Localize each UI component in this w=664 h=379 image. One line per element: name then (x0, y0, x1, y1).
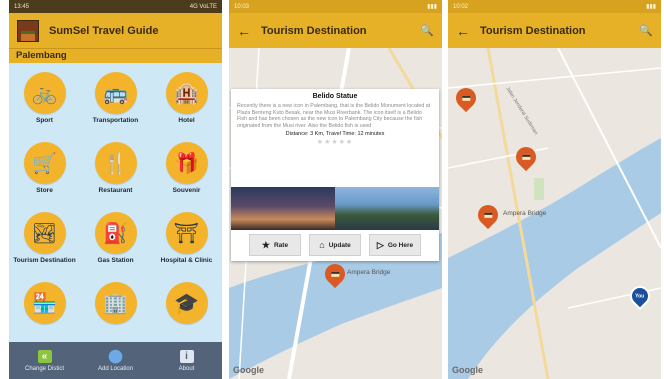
change-district-label: Change Distict (24, 365, 65, 372)
torii-gate-icon: ⛩ (165, 212, 208, 254)
app-bar: ← Tourism Destination 🔍 (448, 13, 661, 48)
phone-destination-detail: 10:03 ▮▮▮ ← Tourism Destination 🔍 Belido… (229, 0, 442, 379)
star-rate-icon: ★ (261, 239, 270, 250)
fuel-pump-icon: ⛽ (94, 212, 137, 254)
search-icon[interactable]: 🔍 (639, 24, 653, 37)
status-time: 10:02 (453, 3, 469, 10)
status-icons: ▮▮▮ (646, 4, 656, 10)
office-building-icon: 🏢 (94, 282, 137, 324)
bus-icon: 🚌 (94, 72, 137, 114)
category-store-button[interactable]: 🛒 Store (9, 142, 80, 212)
add-location-label: Add Location (97, 365, 134, 372)
category-label: Hotel (178, 117, 195, 124)
bicycle-icon: 🚲 (23, 72, 66, 114)
category-gas-station-button[interactable]: ⛽ Gas Station (80, 212, 151, 282)
app-logo-icon (17, 19, 39, 42)
status-network: 4G VoLTE (189, 3, 217, 10)
bottom-navigation: « Change Distict ⬤ Add Location i About (9, 342, 222, 379)
category-sport-button[interactable]: 🚲 Sport (9, 72, 80, 142)
double-chevron-left-icon: « (37, 349, 52, 363)
map-view[interactable]: Belido Statue Recently there is a new ic… (229, 48, 442, 379)
change-district-button[interactable]: « Change Distict (9, 342, 80, 379)
destination-info-popup: Belido Statue Recently there is a new ic… (231, 89, 439, 261)
popup-actions: ★ Rate ⌂ Update ▷ Go Here (231, 234, 439, 256)
google-logo: Google (452, 365, 483, 375)
destination-distance: Distance: 3 Km, Travel Time: 12 minutes (285, 131, 385, 138)
status-icons: ▮▮▮ (427, 4, 437, 10)
rate-label: Rate (273, 241, 289, 249)
map-pin-icon: ⬤ (108, 348, 123, 363)
screen-title: Tourism Destination (261, 24, 367, 37)
about-label: About (178, 365, 195, 372)
destination-photos (231, 187, 439, 230)
rating-stars[interactable]: ★★★★★ (231, 138, 439, 146)
photo-riverfront (335, 187, 439, 230)
status-time: 13:45 (14, 3, 30, 10)
map-view[interactable]: Ampera Bridge Jalan Jenderal Sudirman Yo… (448, 48, 661, 379)
go-here-button[interactable]: ▷ Go Here (369, 234, 421, 256)
you-label: You (635, 293, 645, 300)
category-label: Restaurant (98, 187, 133, 194)
info-icon: i (179, 349, 194, 363)
category-label: Gas Station (97, 257, 134, 264)
category-label: Hospital & Clinic (160, 257, 213, 264)
status-bar: 10:02 ▮▮▮ (448, 0, 661, 13)
add-location-button[interactable]: ⬤ Add Location (80, 342, 151, 379)
google-logo: Google (233, 365, 264, 375)
category-hospital-clinic-button[interactable]: ⛩ Hospital & Clinic (151, 212, 222, 282)
status-bar: 10:03 ▮▮▮ (229, 0, 442, 13)
search-icon[interactable]: 🔍 (420, 24, 434, 37)
screen-title: Tourism Destination (480, 24, 586, 37)
status-bar: 13:45 4G VoLTE (9, 0, 222, 13)
rate-button[interactable]: ★ Rate (249, 234, 301, 256)
app-bar: ← Tourism Destination 🔍 (229, 13, 442, 48)
destination-title: Belido Statue (312, 93, 358, 100)
shop-front-icon: 🏪 (23, 282, 66, 324)
category-hotel-button[interactable]: 🏨 Hotel (151, 72, 222, 142)
phone-home-screen: 13:45 4G VoLTE SumSel Travel Guide Palem… (9, 0, 222, 379)
status-time: 10:03 (234, 3, 250, 10)
gift-icon: 🎁 (165, 142, 208, 184)
bridge-map-label: Ampera Bridge (503, 210, 547, 217)
app-title: SumSel Travel Guide (49, 24, 159, 37)
hotel-icon: 🏨 (165, 72, 208, 114)
back-arrow-icon[interactable]: ← (456, 23, 470, 39)
app-bar: SumSel Travel Guide (9, 13, 222, 48)
about-button[interactable]: i About (151, 342, 222, 379)
category-tourism-destination-button[interactable]: 🏞 Tourism Destination (9, 212, 80, 282)
category-label: Tourism Destination (13, 257, 76, 264)
screenshot-collage: 13:45 4G VoLTE SumSel Travel Guide Palem… (0, 0, 664, 379)
landscape-icon: 🏞 (23, 212, 66, 254)
shopping-cart-icon: 🛒 (23, 142, 66, 184)
category-label: Store (36, 187, 53, 194)
back-arrow-icon[interactable]: ← (237, 23, 251, 39)
category-label: Sport (36, 117, 53, 124)
category-label: Souvenir (172, 187, 201, 194)
phone-destination-map: 10:02 ▮▮▮ ← Tourism Destination 🔍 Ampera… (448, 0, 661, 379)
play-icon: ▷ (376, 239, 384, 250)
bridge-map-label: Ampera Bridge (347, 269, 391, 276)
update-icon: ⌂ (319, 240, 325, 250)
cutlery-icon: 🍴 (94, 142, 137, 184)
graduation-cap-icon: 🎓 (165, 282, 208, 324)
update-label: Update (328, 241, 351, 249)
update-button[interactable]: ⌂ Update (309, 234, 361, 256)
category-souvenir-button[interactable]: 🎁 Souvenir (151, 142, 222, 212)
current-location-label[interactable]: Palembang (9, 48, 222, 63)
destination-description: Recently there is a new icon in Palemban… (237, 103, 431, 129)
category-restaurant-button[interactable]: 🍴 Restaurant (80, 142, 151, 212)
go-here-label: Go Here (387, 241, 414, 249)
category-transportation-button[interactable]: 🚌 Transportation (80, 72, 151, 142)
category-label: Transportation (92, 117, 139, 124)
category-grid: 🚲 Sport 🚌 Transportation 🏨 Hotel 🛒 Store 🍴 Restau… (9, 72, 222, 352)
photo-night-bridge (231, 187, 335, 230)
